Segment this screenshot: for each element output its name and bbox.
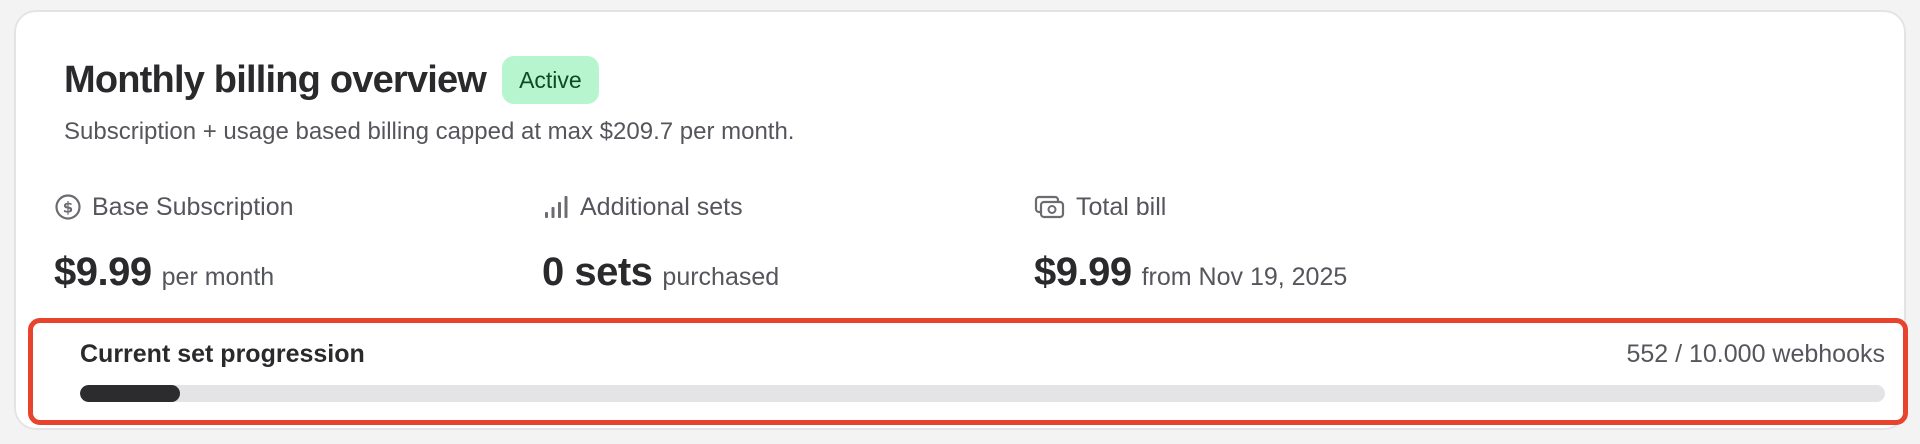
stat-base-subscription: $ Base Subscription $9.99 per month [54,190,294,295]
stat-value-row: $9.99 per month [54,250,294,295]
signal-bars-icon [542,193,570,221]
stat-suffix: from Nov 19, 2025 [1141,263,1348,291]
billing-subtitle: Subscription + usage based billing cappe… [64,118,795,145]
stat-label: Total bill [1076,192,1167,221]
billing-card: Monthly billing overview Active Subscrip… [14,10,1908,430]
stat-value-row: 0 sets purchased [542,250,779,295]
stat-value: $9.99 [1034,250,1132,294]
stat-label-row: Total bill [1034,190,1347,224]
set-progression-section: Current set progression 552 / 10.000 web… [28,318,1908,425]
stat-label-row: Additional sets [542,190,779,224]
progress-bar [80,385,1885,402]
stat-suffix: per month [161,263,275,291]
stat-value: 0 sets [542,250,653,294]
stat-label: Additional sets [580,192,743,221]
stat-total-bill: Total bill $9.99 from Nov 19, 2025 [1034,190,1347,295]
stat-additional-sets: Additional sets 0 sets purchased [542,190,779,295]
billing-header: Monthly billing overview Active [64,56,599,104]
stat-label: Base Subscription [92,192,294,221]
stat-label-row: $ Base Subscription [54,190,294,224]
svg-text:$: $ [63,199,73,217]
dollar-circle-icon: $ [54,193,82,221]
progress-count: 552 / 10.000 webhooks [1626,340,1885,368]
progress-bar-fill [80,385,180,402]
progress-title: Current set progression [80,340,365,368]
stat-suffix: purchased [662,263,780,291]
stat-value-row: $9.99 from Nov 19, 2025 [1034,250,1347,295]
page-title: Monthly billing overview [64,58,487,101]
status-badge: Active [502,56,599,104]
money-stack-icon [1034,193,1066,221]
stat-value: $9.99 [54,250,152,294]
